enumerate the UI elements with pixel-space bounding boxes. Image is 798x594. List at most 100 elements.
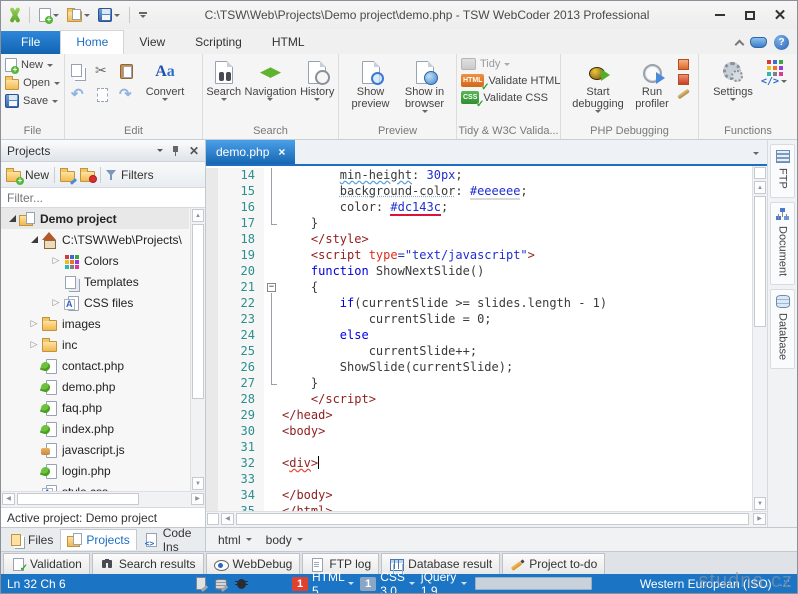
scroll-right-icon[interactable]: ▶ <box>753 513 766 525</box>
code-line[interactable]: 23 currentSlide = 0; <box>206 312 751 328</box>
validate-css-button[interactable]: CSSValidate CSS <box>458 89 559 106</box>
close-panel-icon[interactable]: ✕ <box>189 146 199 156</box>
select-icon[interactable] <box>94 87 110 103</box>
code-line[interactable]: 33 <box>206 472 751 488</box>
quick-open-button[interactable] <box>65 7 92 23</box>
breadcrumb-item-html[interactable]: html <box>218 533 252 547</box>
paste-icon[interactable] <box>118 63 134 79</box>
clear-breakpoints-icon[interactable] <box>678 74 689 85</box>
scrollbar-thumb[interactable] <box>17 493 139 505</box>
code-line[interactable]: 29</head> <box>206 408 751 424</box>
settings-button[interactable]: Settings <box>707 56 759 103</box>
scroll-left-icon[interactable]: ◀ <box>2 493 15 505</box>
copy-icon[interactable] <box>70 63 86 79</box>
split-handle[interactable] <box>207 513 219 525</box>
tree-item[interactable]: ▷Colors <box>1 250 189 271</box>
scroll-up-icon[interactable]: ▲ <box>754 181 766 194</box>
code-line[interactable]: 21− { <box>206 280 751 296</box>
customize-toolbar-button[interactable] <box>137 11 149 19</box>
tree-item[interactable]: ▷inc <box>1 334 189 355</box>
undo-icon[interactable] <box>70 87 86 103</box>
code-line[interactable]: 19 <script type="text/javascript"> <box>206 248 751 264</box>
tree-item[interactable]: ▷images <box>1 313 189 334</box>
side-tab-ftp[interactable]: FTP <box>770 144 795 198</box>
code-line[interactable]: 35</html> <box>206 504 751 511</box>
validate-html-button[interactable]: HTMLValidate HTML <box>458 72 559 89</box>
quick-new-button[interactable] <box>37 7 61 23</box>
output-tab-webdebug[interactable]: WebDebug <box>206 553 301 574</box>
close-button[interactable]: ✕ <box>765 4 795 26</box>
code-line[interactable]: 25 currentSlide++; <box>206 344 751 360</box>
panel-tab-projects[interactable]: Projects <box>60 529 136 550</box>
tidy-button[interactable]: Tidy <box>458 56 559 72</box>
tree-horizontal-scrollbar[interactable]: ◀ ▶ <box>1 491 205 507</box>
code-line[interactable]: 26 ShowSlide(currentSlide); <box>206 360 751 376</box>
expander-open-icon[interactable] <box>27 236 41 243</box>
editor-vertical-scrollbar[interactable]: ▲ ▼ <box>752 166 767 511</box>
collapse-ribbon-icon[interactable] <box>735 40 745 50</box>
run-profiler-button[interactable]: Run profiler <box>629 56 675 112</box>
show-preview-button[interactable]: Show preview <box>344 56 398 112</box>
expander-closed-icon[interactable]: ▷ <box>27 339 41 350</box>
search-button[interactable]: Search <box>204 56 244 103</box>
scroll-down-icon[interactable]: ▼ <box>754 497 766 510</box>
tree-item[interactable]: contact.php <box>1 355 189 376</box>
split-handle[interactable] <box>754 167 766 179</box>
doctype-badge-css-3.0[interactable]: 1CSS 3.0 <box>360 570 415 594</box>
new-project-button[interactable]: +New <box>6 168 49 182</box>
doctype-badge-jquery-1.9[interactable]: jQuery 1.9 <box>421 570 467 594</box>
tree-item[interactable]: faq.php <box>1 397 189 418</box>
quick-save-button[interactable] <box>96 7 122 23</box>
panel-tab-files[interactable]: Files <box>3 529 59 550</box>
document-edit-icon[interactable] <box>195 577 208 590</box>
code-snippets-button[interactable] <box>761 76 787 87</box>
open-button[interactable]: Open <box>2 74 63 92</box>
tree-item[interactable]: index.php <box>1 418 189 439</box>
code-line[interactable]: 30<body> <box>206 424 751 440</box>
tree-item[interactable]: C:\TSW\Web\Projects\ <box>1 229 189 250</box>
breadcrumb-item-body[interactable]: body <box>266 533 303 547</box>
code-line[interactable]: 31 <box>206 440 751 456</box>
tree-item[interactable]: Demo project <box>1 208 189 229</box>
navigation-button[interactable]: Navigation <box>244 56 298 103</box>
side-tab-database[interactable]: Database <box>770 289 795 369</box>
new-button[interactable]: New <box>2 56 63 74</box>
expander-closed-icon[interactable]: ▷ <box>49 297 63 308</box>
doctype-badge-html-5[interactable]: 1HTML 5 <box>292 570 354 594</box>
code-line[interactable]: 32<div> <box>206 456 751 472</box>
remove-project-icon[interactable] <box>80 171 95 182</box>
tab-overflow-button[interactable] <box>745 142 767 164</box>
history-button[interactable]: History <box>297 56 337 103</box>
code-line[interactable]: 15 background-color: #eeeeee; <box>206 184 751 200</box>
scroll-right-icon[interactable]: ▶ <box>191 493 204 505</box>
database-edit-icon[interactable] <box>215 577 228 590</box>
tree-item[interactable]: ▷CSS files <box>1 292 189 313</box>
tree-item[interactable]: javascript.js <box>1 439 189 460</box>
convert-button[interactable]: Convert <box>138 56 192 103</box>
bug-status-icon[interactable] <box>235 577 248 590</box>
redo-icon[interactable] <box>118 87 134 103</box>
cut-icon[interactable] <box>94 63 110 79</box>
ribbon-tab-scripting[interactable]: Scripting <box>180 31 257 54</box>
feedback-icon[interactable] <box>750 37 767 48</box>
code-line[interactable]: 20 function ShowNextSlide() <box>206 264 751 280</box>
edit-project-icon[interactable] <box>60 171 75 182</box>
ribbon-tab-home[interactable]: Home <box>60 30 124 54</box>
tree-item[interactable]: login.php <box>1 460 189 481</box>
scrollbar-thumb[interactable] <box>236 513 749 525</box>
maximize-button[interactable] <box>735 4 765 26</box>
expander-closed-icon[interactable]: ▷ <box>27 318 41 329</box>
encoding-label[interactable]: Western European (ISO) <box>640 577 772 591</box>
code-line[interactable]: 27 } <box>206 376 751 392</box>
start-debugging-button[interactable]: Start debugging <box>567 56 629 115</box>
panel-tab-code-ins[interactable]: Code Ins <box>138 529 203 550</box>
editor-horizontal-scrollbar[interactable]: ◀ ▶ <box>206 511 767 527</box>
tree-item[interactable]: Templates <box>1 271 189 292</box>
pin-icon[interactable] <box>171 145 181 156</box>
help-icon[interactable] <box>774 35 789 50</box>
ribbon-tab-html[interactable]: HTML <box>257 31 320 54</box>
tree-item[interactable]: demo.php <box>1 376 189 397</box>
code-line[interactable]: 22 if(currentSlide >= slides.length - 1) <box>206 296 751 312</box>
expander-closed-icon[interactable]: ▷ <box>49 255 63 266</box>
code-line[interactable]: 34</body> <box>206 488 751 504</box>
